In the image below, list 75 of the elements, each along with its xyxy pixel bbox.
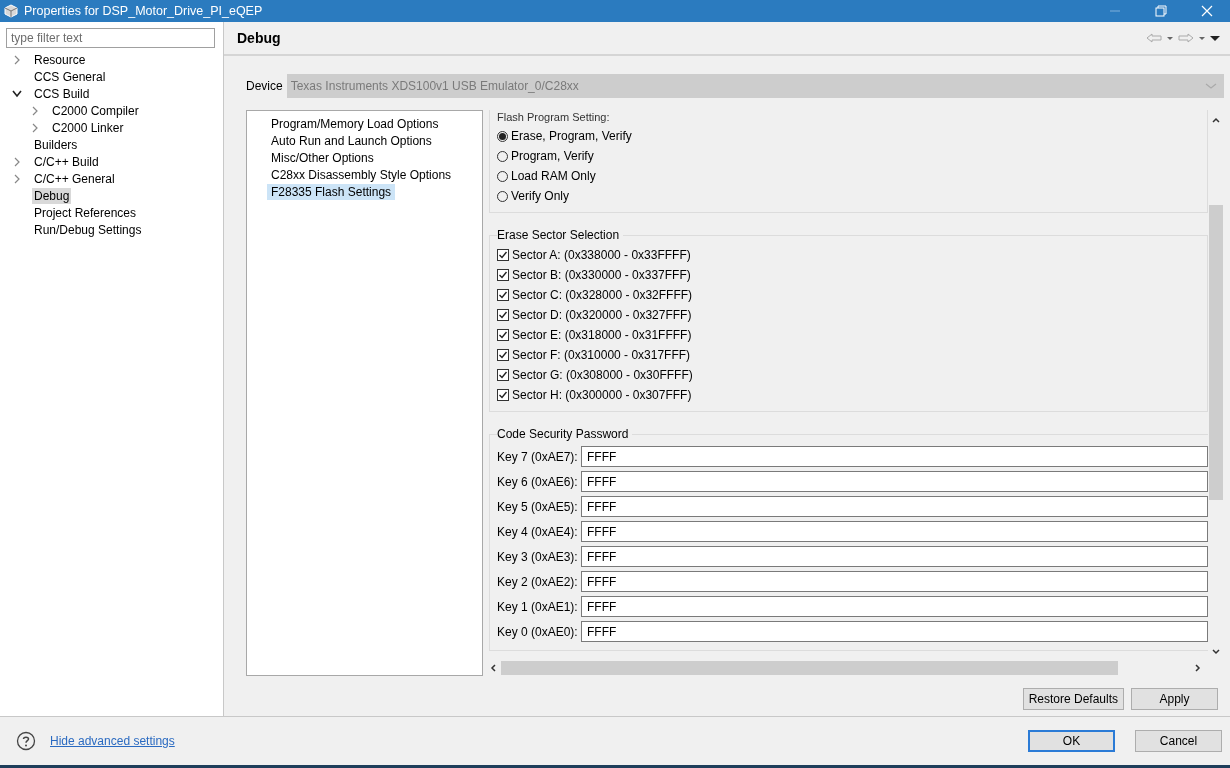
- group-title: Code Security Password: [497, 426, 633, 442]
- checkbox-label: Sector E: (0x318000 - 0x31FFFF): [512, 328, 692, 342]
- chevron-right-icon[interactable]: [12, 54, 22, 65]
- checkbox[interactable]: [497, 249, 509, 261]
- restore-defaults-button[interactable]: Restore Defaults: [1022, 688, 1124, 710]
- tree-item[interactable]: C2000 Compiler: [50, 102, 141, 119]
- tree-item[interactable]: Project References: [32, 204, 139, 221]
- checkbox-label: Sector H: (0x300000 - 0x307FFF): [512, 388, 692, 402]
- input-field[interactable]: FFFF: [581, 471, 1208, 492]
- scroll-left-icon[interactable]: [489, 663, 497, 673]
- radio-label: Verify Only: [511, 189, 570, 203]
- device-label: Device: [246, 79, 283, 93]
- checkbox[interactable]: [497, 349, 509, 361]
- window-title: Properties for DSP_Motor_Drive_PI_eQEP: [24, 4, 264, 18]
- field-label: Key 6 (0xAE6):: [497, 474, 579, 489]
- apply-button[interactable]: Apply: [1131, 688, 1218, 710]
- checkbox-label: Sector D: (0x320000 - 0x327FFF): [512, 308, 692, 322]
- ok-button[interactable]: OK: [1028, 730, 1115, 752]
- field-label: Key 1 (0xAE1):: [497, 599, 579, 614]
- tree-item[interactable]: Run/Debug Settings: [32, 221, 144, 238]
- input-field[interactable]: FFFF: [581, 571, 1208, 592]
- hide-advanced-link[interactable]: Hide advanced settings: [50, 734, 1028, 748]
- tree-item[interactable]: C/C++ Build: [32, 153, 101, 170]
- checkbox-label: Sector A: (0x338000 - 0x33FFFF): [512, 248, 691, 262]
- input-field[interactable]: FFFF: [581, 596, 1208, 617]
- field-label: Key 0 (0xAE0):: [497, 624, 579, 639]
- input-field[interactable]: FFFF: [581, 446, 1208, 467]
- checkbox[interactable]: [497, 389, 509, 401]
- category-item[interactable]: Auto Run and Launch Options: [267, 132, 436, 149]
- help-icon[interactable]: [16, 731, 36, 751]
- chevron-down-icon[interactable]: [12, 88, 22, 99]
- field-label: Key 3 (0xAE3):: [497, 549, 579, 564]
- radio-label: Load RAM Only: [511, 169, 596, 183]
- tree-item[interactable]: C2000 Linker: [50, 119, 126, 136]
- checkbox-label: Sector F: (0x310000 - 0x317FFF): [512, 348, 691, 362]
- tree-item[interactable]: CCS Build: [32, 85, 92, 102]
- scroll-right-icon[interactable]: [1194, 663, 1202, 673]
- field-label: Key 4 (0xAE4):: [497, 524, 579, 539]
- view-menu-icon[interactable]: [1210, 33, 1220, 43]
- checkbox-label: Sector G: (0x308000 - 0x30FFFF): [512, 368, 693, 382]
- field-label: Key 5 (0xAE5):: [497, 499, 579, 514]
- input-field[interactable]: FFFF: [581, 546, 1208, 567]
- checkbox[interactable]: [497, 369, 509, 381]
- checkbox-label: Sector C: (0x328000 - 0x32FFFF): [512, 288, 693, 302]
- checkbox[interactable]: [497, 289, 509, 301]
- checkbox[interactable]: [497, 309, 509, 321]
- category-item[interactable]: C28xx Disassembly Style Options: [267, 166, 456, 183]
- input-field[interactable]: FFFF: [581, 621, 1208, 642]
- tree-item[interactable]: Resource: [32, 51, 88, 68]
- chevron-right-icon[interactable]: [30, 105, 40, 116]
- tree-item[interactable]: C/C++ General: [32, 170, 117, 187]
- checkbox[interactable]: [497, 269, 509, 281]
- tree-item[interactable]: CCS General: [32, 68, 108, 85]
- radio-label: Program, Verify: [511, 149, 594, 163]
- input-field[interactable]: FFFF: [581, 496, 1208, 517]
- category-item[interactable]: Misc/Other Options: [267, 149, 378, 166]
- cube-icon: [4, 4, 18, 18]
- checkbox[interactable]: [497, 329, 509, 341]
- chevron-right-icon[interactable]: [12, 156, 22, 167]
- category-item[interactable]: Program/Memory Load Options: [267, 115, 443, 132]
- field-label: Key 2 (0xAE2):: [497, 574, 579, 589]
- page-title: Debug: [237, 30, 282, 46]
- cancel-button[interactable]: Cancel: [1135, 730, 1222, 752]
- chevron-right-icon[interactable]: [30, 122, 40, 133]
- tree-item[interactable]: Builders: [32, 136, 80, 153]
- scroll-down-icon[interactable]: [1211, 648, 1221, 656]
- checkbox-label: Sector B: (0x330000 - 0x337FFF): [512, 268, 691, 282]
- field-label: Key 7 (0xAE7):: [497, 449, 579, 464]
- tree-item[interactable]: Debug: [32, 187, 72, 204]
- scroll-up-icon[interactable]: [1211, 116, 1221, 124]
- filter-field[interactable]: type filter text: [6, 28, 215, 48]
- radio-label: Erase, Program, Verify: [511, 129, 632, 143]
- input-field[interactable]: FFFF: [581, 521, 1208, 542]
- chevron-right-icon[interactable]: [12, 173, 22, 184]
- category-item[interactable]: F28335 Flash Settings: [267, 183, 396, 200]
